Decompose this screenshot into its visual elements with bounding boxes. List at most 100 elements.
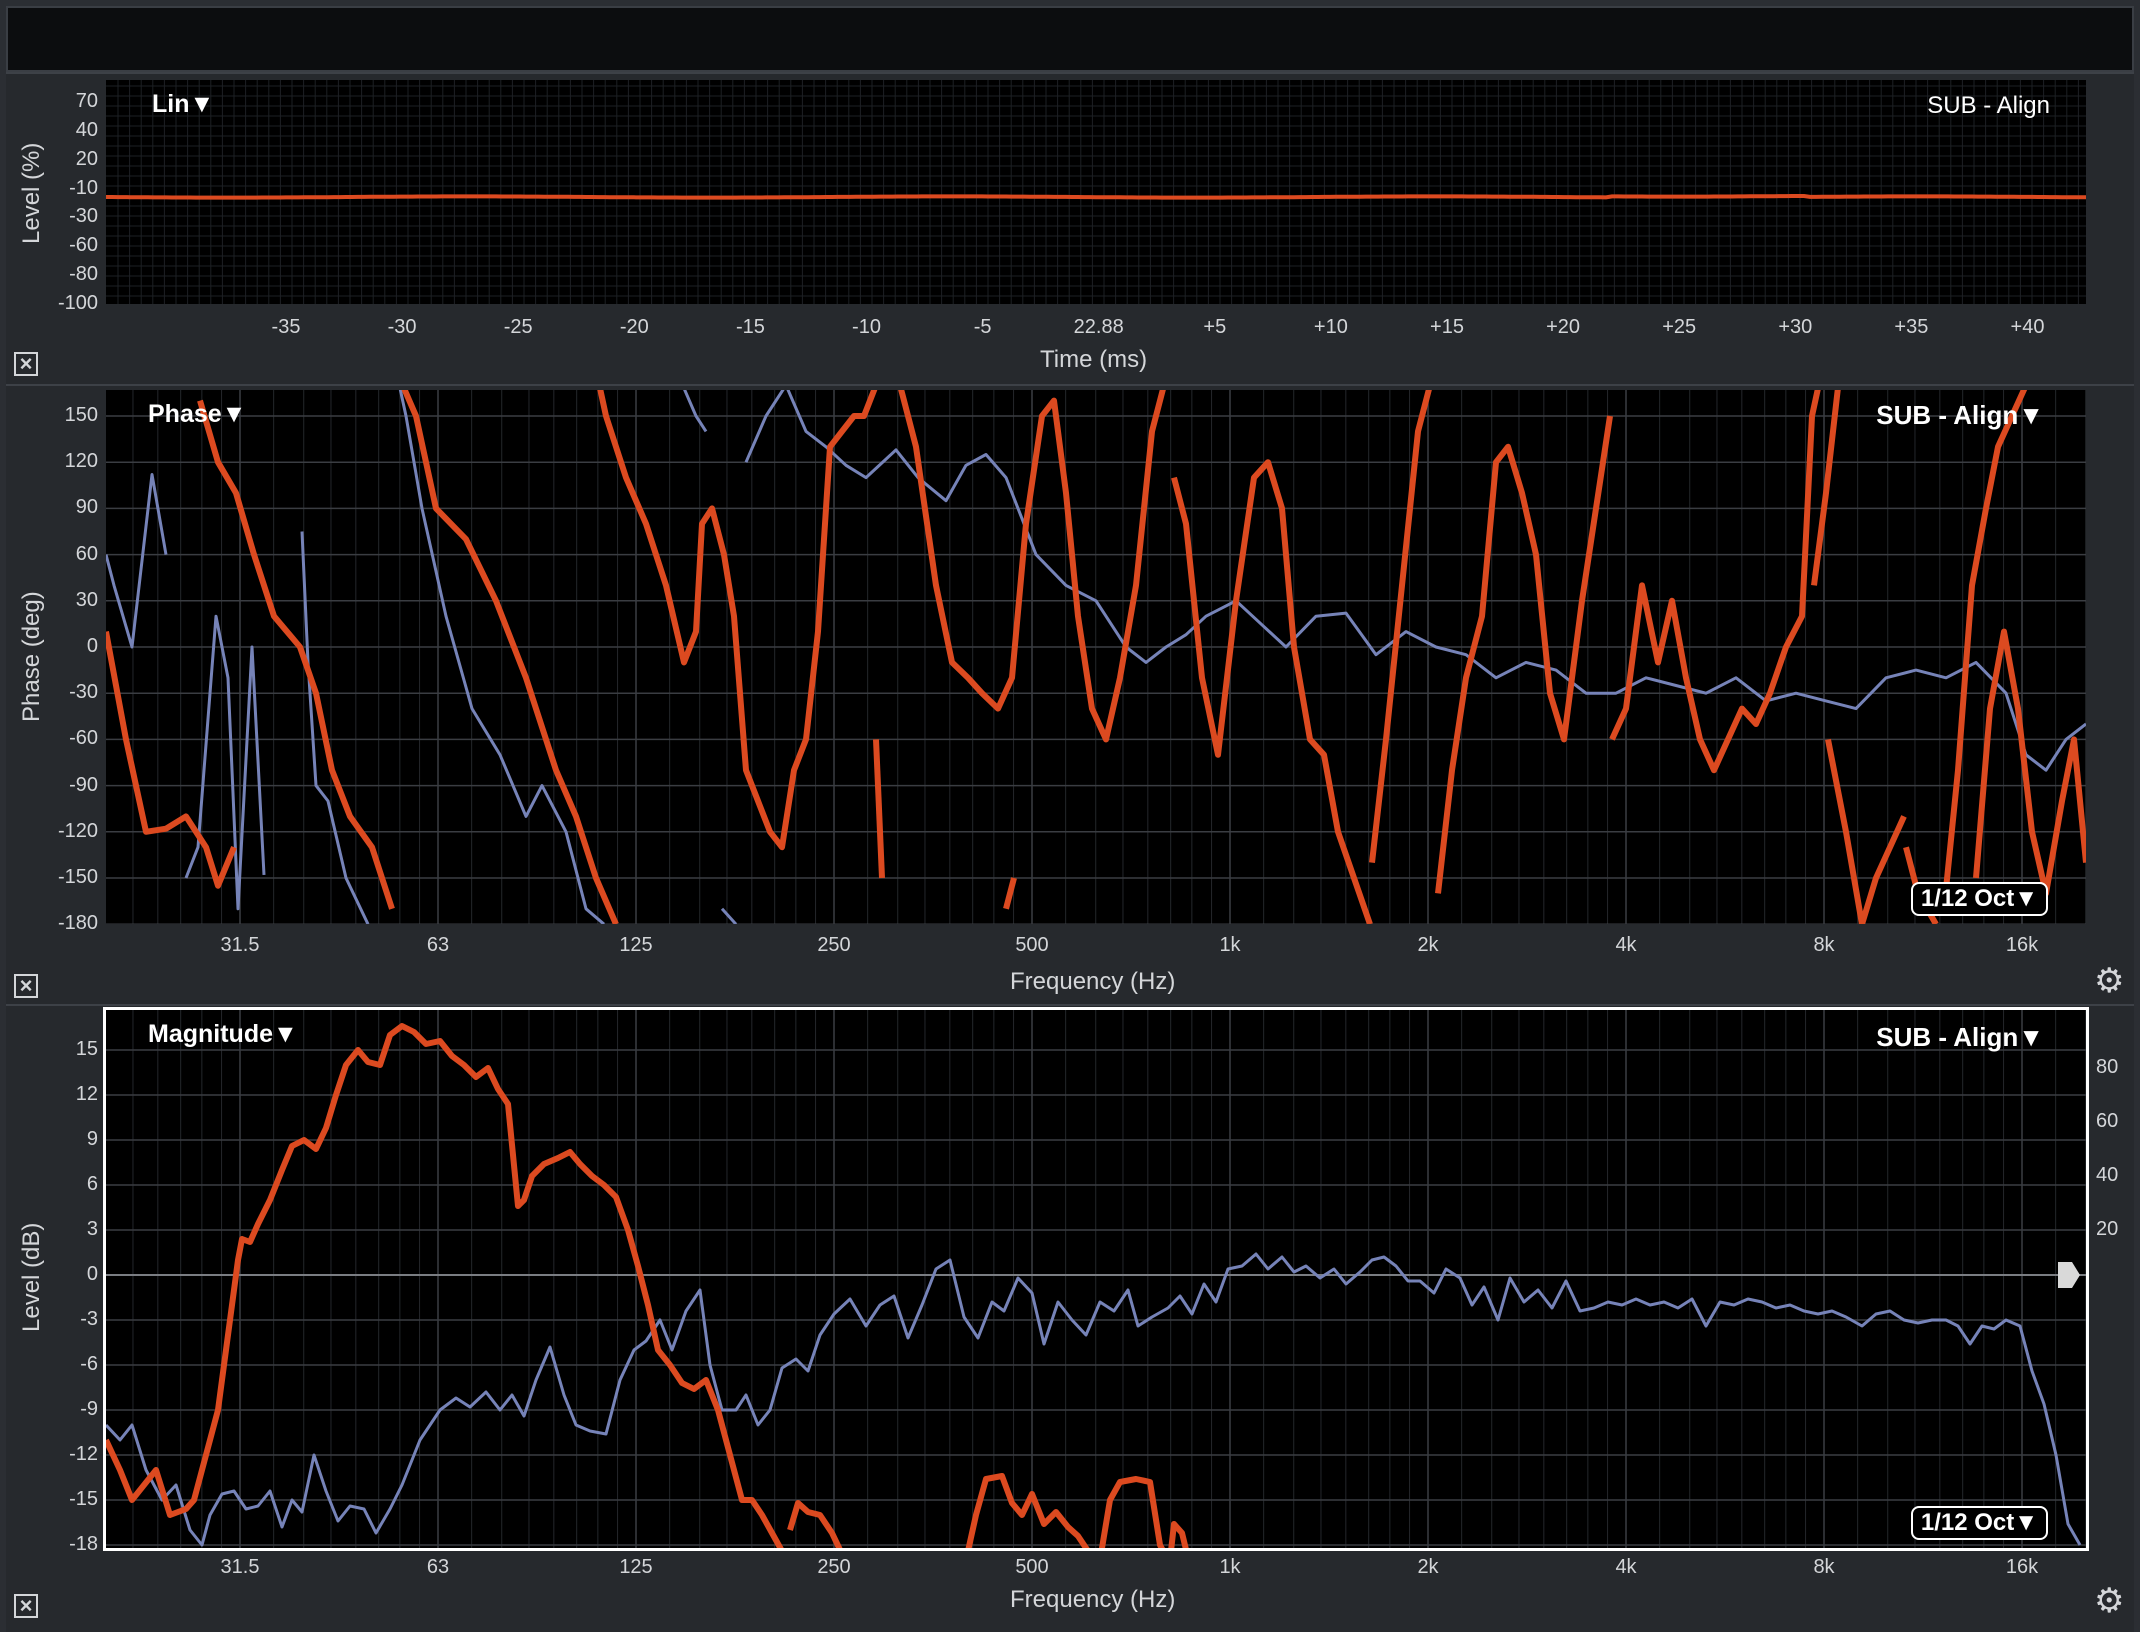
magnitude-x-tick-label: 31.5: [220, 1556, 260, 1578]
magnitude-y-ticks-label: -9: [80, 1398, 98, 1420]
impulse-panel: Level (%) 70 40 20 -10 -30 -60 -80 -100 Lin▼ SU…: [6, 72, 2134, 384]
impulse-y-ticks-label: -30: [69, 205, 98, 228]
phase-trace-secondary: [106, 473, 168, 649]
magnitude-y-ticks-label: 3: [86, 1218, 98, 1240]
phase-trace-primary: [1811, 390, 1841, 586]
magnitude-x-tick-label: 500: [1015, 1556, 1049, 1578]
phase-trace-secondary: [720, 907, 738, 924]
impulse-x-tick-label: +15: [1430, 316, 1464, 338]
phase-trace-primary: [1941, 390, 2028, 910]
impulse-x-tick-label: +25: [1662, 316, 1697, 338]
impulse-mode-dropdown[interactable]: Lin▼: [152, 90, 214, 119]
phase-y-ticks-label: 30: [75, 588, 98, 611]
phase-trace-primary: [1369, 390, 1432, 863]
magnitude-trace-primary: [1098, 1476, 1165, 1548]
phase-chart-svg: [106, 390, 2086, 924]
phase-smoothing-dropdown[interactable]: 1/12 Oct▼: [1910, 882, 2048, 916]
impulse-measurement-label: SUB - Align: [1927, 92, 2050, 119]
impulse-plot[interactable]: Lin▼ SUB - Align: [106, 80, 2086, 304]
impulse-x-axis-label: Time (ms): [1040, 346, 1148, 373]
phase-trace-primary: [898, 390, 1166, 743]
impulse-close-icon[interactable]: ×: [14, 352, 38, 376]
phase-trace-secondary: [300, 531, 370, 924]
magnitude-x-tick-label: 1k: [1219, 1556, 1241, 1578]
magnitude-x-axis-label: Frequency (Hz): [1010, 1586, 1176, 1613]
phase-y-ticks-label: -150: [57, 866, 98, 888]
impulse-x-tick-label: -10: [852, 316, 881, 338]
impulse-x-tick-label: +5: [1203, 316, 1227, 338]
impulse-y-ticks-label: -10: [69, 176, 98, 199]
phase-x-tick-label: 250: [817, 934, 851, 956]
phase-trace-primary: [873, 739, 885, 879]
impulse-y-ticks-label: -100: [57, 292, 98, 314]
impulse-trace: [106, 194, 2086, 200]
magnitude-trace-secondary: [106, 1252, 2082, 1547]
phase-x-tick-label: 1k: [1219, 934, 1241, 956]
magnitude-panel: Level (dB) 15 12 9 6 3 0 -3 -6 -9 -12 -15 -18 80 60 4…: [6, 1004, 2134, 1632]
phase-trace-secondary: [683, 390, 708, 433]
phase-y-ticks-label: 120: [64, 450, 98, 473]
top-toolbar: [6, 6, 2134, 72]
phase-trace-primary: [197, 399, 395, 910]
magnitude-x-tick-label: 63: [426, 1556, 450, 1578]
magnitude-y-ticks-label: 0: [86, 1263, 98, 1285]
phase-y-ticks-label: 150: [64, 404, 98, 426]
magnitude-y-ticks-label: -3: [80, 1308, 98, 1330]
phase-y-ticks-label: -30: [69, 681, 98, 704]
phase-x-tick-label: 63: [426, 934, 450, 956]
magnitude-y-ticks-label: 6: [86, 1173, 98, 1195]
magnitude-gear-icon[interactable]: ⚙: [2094, 1584, 2124, 1618]
magnitude-x-tick-label: 125: [619, 1556, 653, 1578]
phase-y-ticks-label: -90: [69, 773, 98, 796]
magnitude-y2-tick-label: 20: [2096, 1218, 2119, 1240]
magnitude-x-tick-label: 8k: [1813, 1556, 1835, 1578]
impulse-x-tick-label: +40: [2010, 316, 2045, 338]
impulse-x-tick-label: +30: [1778, 316, 1813, 338]
magnitude-smoothing-dropdown[interactable]: 1/12 Oct▼: [1910, 1506, 2048, 1540]
impulse-y-ticks-label: 40: [75, 118, 98, 141]
magnitude-y2-tick-label: 60: [2096, 1110, 2119, 1132]
phase-x-axis-label: Frequency (Hz): [1010, 968, 1176, 995]
phase-y-ticks-label: -120: [57, 819, 98, 842]
phase-y-ticks-label: 60: [75, 542, 98, 565]
magnitude-x-tick-label: 2k: [1417, 1556, 1439, 1578]
phase-gear-icon[interactable]: ⚙: [2094, 964, 2124, 998]
magnitude-y-ticks-label: 9: [86, 1128, 98, 1150]
impulse-x-tick-label: +20: [1546, 316, 1581, 338]
magnitude-trace-primary: [106, 1023, 784, 1548]
impulse-x-tick-label: -20: [619, 316, 649, 338]
phase-y-ticks-label: 0: [86, 635, 98, 657]
phase-panel: Phase (deg) 150 120 90 60 30 0 -30 -60 -90 -120 -1…: [6, 384, 2134, 1004]
magnitude-y2-tick-label: 40: [2096, 1164, 2119, 1186]
arrow-marker-icon[interactable]: [2056, 1260, 2082, 1290]
magnitude-y-ticks-label: 15: [75, 1038, 98, 1060]
phase-x-tick-label: 16k: [2005, 934, 2039, 956]
phase-plot[interactable]: Phase▼ SUB - Align▼ 1/12 Oct▼: [106, 390, 2086, 924]
magnitude-y2-tick-label: 80: [2096, 1056, 2119, 1078]
phase-mode-dropdown[interactable]: Phase▼: [148, 400, 246, 429]
phase-y-ticks-label: -180: [57, 912, 98, 935]
impulse-x-tick-label: -35: [271, 316, 301, 338]
magnitude-chart-svg: [106, 1010, 2086, 1548]
impulse-y-ticks-label: -80: [69, 263, 98, 286]
magnitude-close-icon[interactable]: ×: [14, 1594, 38, 1618]
magnitude-mode-dropdown[interactable]: Magnitude▼: [148, 1020, 298, 1049]
impulse-x-tick-label: +10: [1313, 316, 1348, 338]
impulse-x-tick-label: -5: [973, 316, 992, 338]
phase-trace-primary: [401, 390, 619, 924]
magnitude-x-tick-label: 250: [817, 1556, 851, 1578]
impulse-y-ticks-label: -60: [69, 234, 98, 257]
impulse-y-ticks-label: 70: [75, 90, 98, 112]
impulse-x-tick-label: 22.88: [1073, 316, 1124, 338]
phase-trace-primary: [1973, 628, 2086, 897]
phase-x-tick-label: 125: [619, 934, 653, 956]
phase-x-tick-label: 31.5: [220, 934, 260, 956]
phase-trace-primary: [106, 631, 237, 889]
phase-x-tick-label: 500: [1015, 934, 1049, 956]
magnitude-y-ticks-label: -15: [69, 1488, 98, 1510]
phase-measurement-dropdown[interactable]: SUB - Align▼: [1876, 400, 2044, 431]
magnitude-plot[interactable]: Magnitude▼ SUB - Align▼ 1/12 Oct▼: [106, 1010, 2086, 1548]
phase-close-icon[interactable]: ×: [14, 974, 38, 998]
magnitude-measurement-dropdown[interactable]: SUB - Align▼: [1876, 1022, 2044, 1053]
phase-x-tick-label: 2k: [1417, 934, 1439, 956]
